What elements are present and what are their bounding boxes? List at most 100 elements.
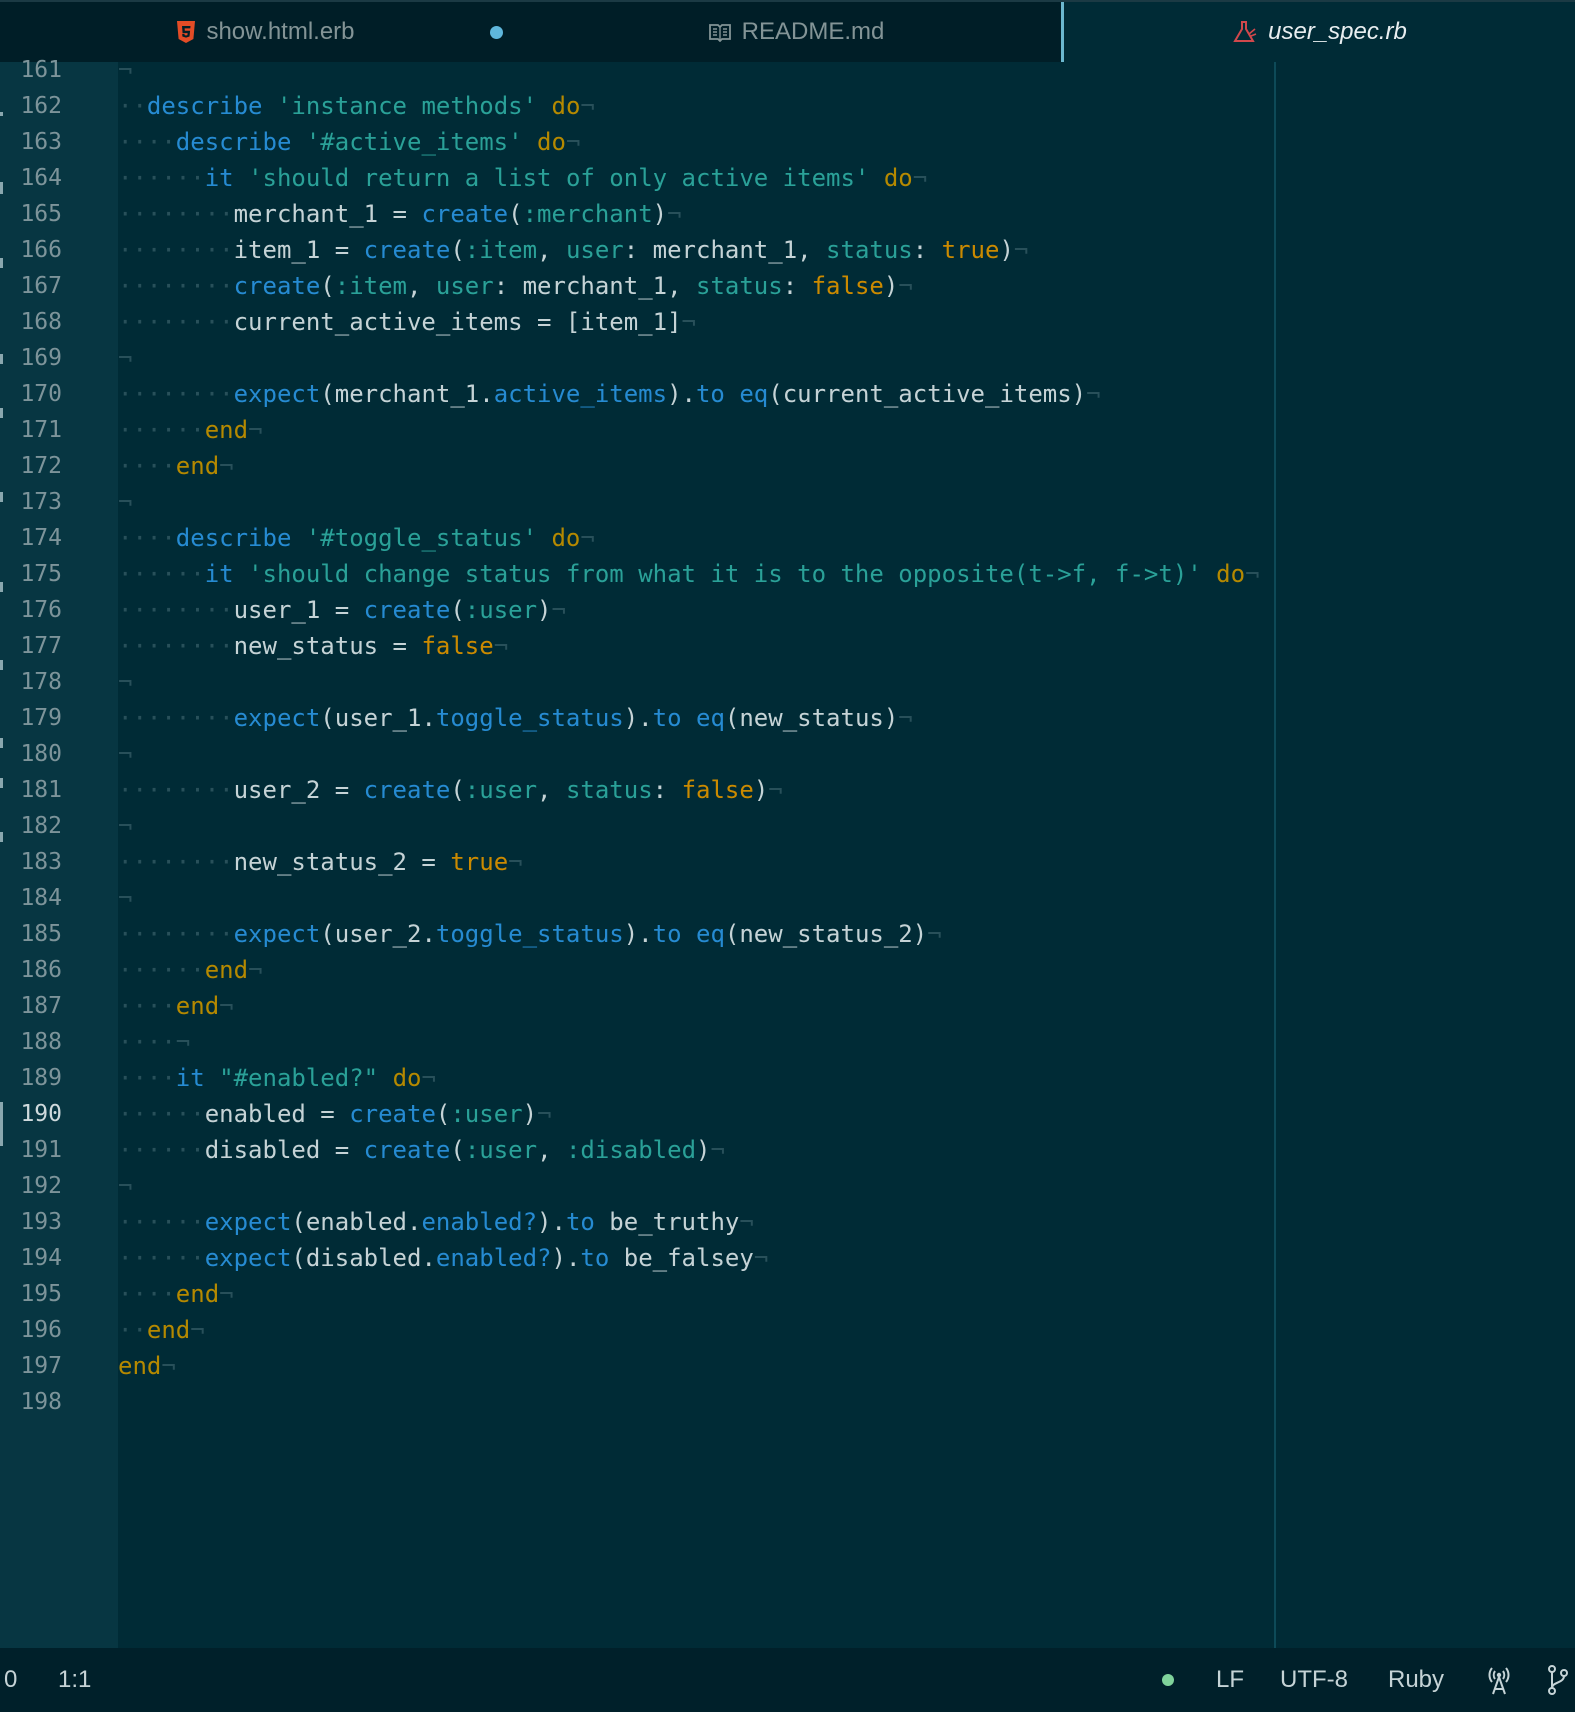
line-number[interactable]: 176 (0, 592, 62, 628)
line-number[interactable]: 186 (0, 952, 62, 988)
line-number[interactable]: 187 (0, 988, 62, 1024)
code-token: ) (753, 776, 769, 804)
grammar-selector[interactable]: Ruby (1388, 1648, 1444, 1712)
code-line[interactable]: ······it 'should return a list of only a… (118, 160, 1268, 196)
line-number[interactable]: 172 (0, 448, 62, 484)
line-number[interactable]: 192 (0, 1168, 62, 1204)
code-token: '#toggle_status' (305, 524, 538, 552)
code-line[interactable]: ········user_2 = create(:user, status: f… (118, 772, 1268, 808)
code-line[interactable]: ········create(:item, user: merchant_1, … (118, 268, 1268, 304)
line-number[interactable]: 166 (0, 232, 62, 268)
code-token: create (233, 272, 321, 300)
code-line[interactable]: ¬ (118, 664, 1268, 700)
line-number[interactable]: 180 (0, 736, 62, 772)
code-line[interactable]: ····end¬ (118, 1276, 1268, 1312)
code-token: do (551, 92, 581, 120)
line-number[interactable]: 161 (0, 52, 62, 88)
code-line[interactable]: ··describe 'instance methods' do¬ (118, 88, 1268, 124)
line-number[interactable]: 179 (0, 700, 62, 736)
code-editor[interactable]: ¬ ··describe 'instance methods' do¬ ····de… (118, 52, 1268, 1420)
code-line[interactable]: ········item_1 = create(:item, user: mer… (118, 232, 1268, 268)
line-number[interactable]: 188 (0, 1024, 62, 1060)
code-line[interactable]: ¬ (118, 52, 1268, 88)
line-number[interactable]: 183 (0, 844, 62, 880)
code-line[interactable]: ······expect(disabled.enabled?).to be_fa… (118, 1240, 1268, 1276)
code-line[interactable]: ¬ (118, 880, 1268, 916)
line-number[interactable]: 195 (0, 1276, 62, 1312)
code-line[interactable]: ······expect(enabled.enabled?).to be_tru… (118, 1204, 1268, 1240)
line-number[interactable]: 171 (0, 412, 62, 448)
line-number[interactable]: 169 (0, 340, 62, 376)
line-number[interactable]: 190 (0, 1096, 62, 1132)
line-number[interactable]: 168 (0, 304, 62, 340)
code-line[interactable]: ········user_1 = create(:user)¬ (118, 592, 1268, 628)
line-number[interactable]: 167 (0, 268, 62, 304)
line-number[interactable]: 182 (0, 808, 62, 844)
indent-whitespace: ······ (118, 416, 205, 444)
line-number[interactable]: 197 (0, 1348, 62, 1384)
cursor-position[interactable]: 1:1 (58, 1648, 91, 1712)
line-number[interactable]: 181 (0, 772, 62, 808)
line-number[interactable]: 174 (0, 520, 62, 556)
code-line[interactable]: ········expect(merchant_1.active_items).… (118, 376, 1268, 412)
code-line[interactable]: ········new_status = false¬ (118, 628, 1268, 664)
git-branch-icon[interactable] (1546, 1664, 1570, 1696)
code-line[interactable]: ····describe '#active_items' do¬ (118, 124, 1268, 160)
line-number[interactable]: 198 (0, 1384, 62, 1420)
code-line[interactable]: end¬ (118, 1348, 1268, 1384)
line-number[interactable]: 178 (0, 664, 62, 700)
line-number[interactable]: 185 (0, 916, 62, 952)
code-line[interactable]: ······enabled = create(:user)¬ (118, 1096, 1268, 1132)
line-number[interactable]: 170 (0, 376, 62, 412)
eol-marker: ¬ (219, 1280, 234, 1308)
eol-marker: ¬ (580, 92, 595, 120)
broadcast-icon[interactable] (1482, 1664, 1516, 1696)
line-ending-selector[interactable]: LF (1216, 1648, 1244, 1712)
code-line[interactable]: ¬ (118, 808, 1268, 844)
line-number[interactable]: 165 (0, 196, 62, 232)
code-line[interactable]: ······end¬ (118, 412, 1268, 448)
code-line[interactable]: ········merchant_1 = create(:merchant)¬ (118, 196, 1268, 232)
code-line[interactable]: ······end¬ (118, 952, 1268, 988)
code-token: it (204, 560, 234, 588)
line-number[interactable]: 193 (0, 1204, 62, 1240)
line-number[interactable]: 189 (0, 1060, 62, 1096)
code-line[interactable]: ····describe '#toggle_status' do¬ (118, 520, 1268, 556)
code-token: user (435, 272, 494, 300)
eol-marker: ¬ (118, 812, 133, 840)
code-line[interactable]: ····it "#enabled?" do¬ (118, 1060, 1268, 1096)
code-line[interactable]: ········expect(user_2.toggle_status).to … (118, 916, 1268, 952)
code-line[interactable]: ····¬ (118, 1024, 1268, 1060)
code-line[interactable]: ¬ (118, 736, 1268, 772)
line-number[interactable]: 164 (0, 160, 62, 196)
line-number[interactable]: 177 (0, 628, 62, 664)
code-line[interactable]: ··end¬ (118, 1312, 1268, 1348)
code-line[interactable]: ········current_active_items = [item_1]¬ (118, 304, 1268, 340)
code-line[interactable]: ¬ (118, 1168, 1268, 1204)
code-token: '#active_items' (305, 128, 523, 156)
code-line[interactable]: ····end¬ (118, 448, 1268, 484)
line-number[interactable]: 191 (0, 1132, 62, 1168)
status-left-count[interactable]: 0 (4, 1648, 17, 1712)
line-number[interactable]: 173 (0, 484, 62, 520)
code-line[interactable]: ¬ (118, 484, 1268, 520)
code-line[interactable]: ········expect(user_1.toggle_status).to … (118, 700, 1268, 736)
line-number[interactable]: 194 (0, 1240, 62, 1276)
code-line[interactable] (118, 1384, 1268, 1420)
line-number[interactable]: 163 (0, 124, 62, 160)
modified-indicator (490, 26, 503, 39)
line-number[interactable]: 184 (0, 880, 62, 916)
code-line[interactable]: ¬ (118, 340, 1268, 376)
line-number[interactable]: 196 (0, 1312, 62, 1348)
encoding-selector[interactable]: UTF-8 (1280, 1648, 1348, 1712)
code-line[interactable]: ········new_status_2 = true¬ (118, 844, 1268, 880)
code-line[interactable]: ······disabled = create(:user, :disabled… (118, 1132, 1268, 1168)
code-line[interactable]: ····end¬ (118, 988, 1268, 1024)
code-line[interactable]: ······it 'should change status from what… (118, 556, 1268, 592)
code-token: item_1 = (233, 236, 364, 264)
line-number[interactable]: 162 (0, 88, 62, 124)
line-number[interactable]: 175 (0, 556, 62, 592)
code-token: (user_1. (320, 704, 436, 732)
indent-whitespace: ······ (118, 164, 205, 192)
